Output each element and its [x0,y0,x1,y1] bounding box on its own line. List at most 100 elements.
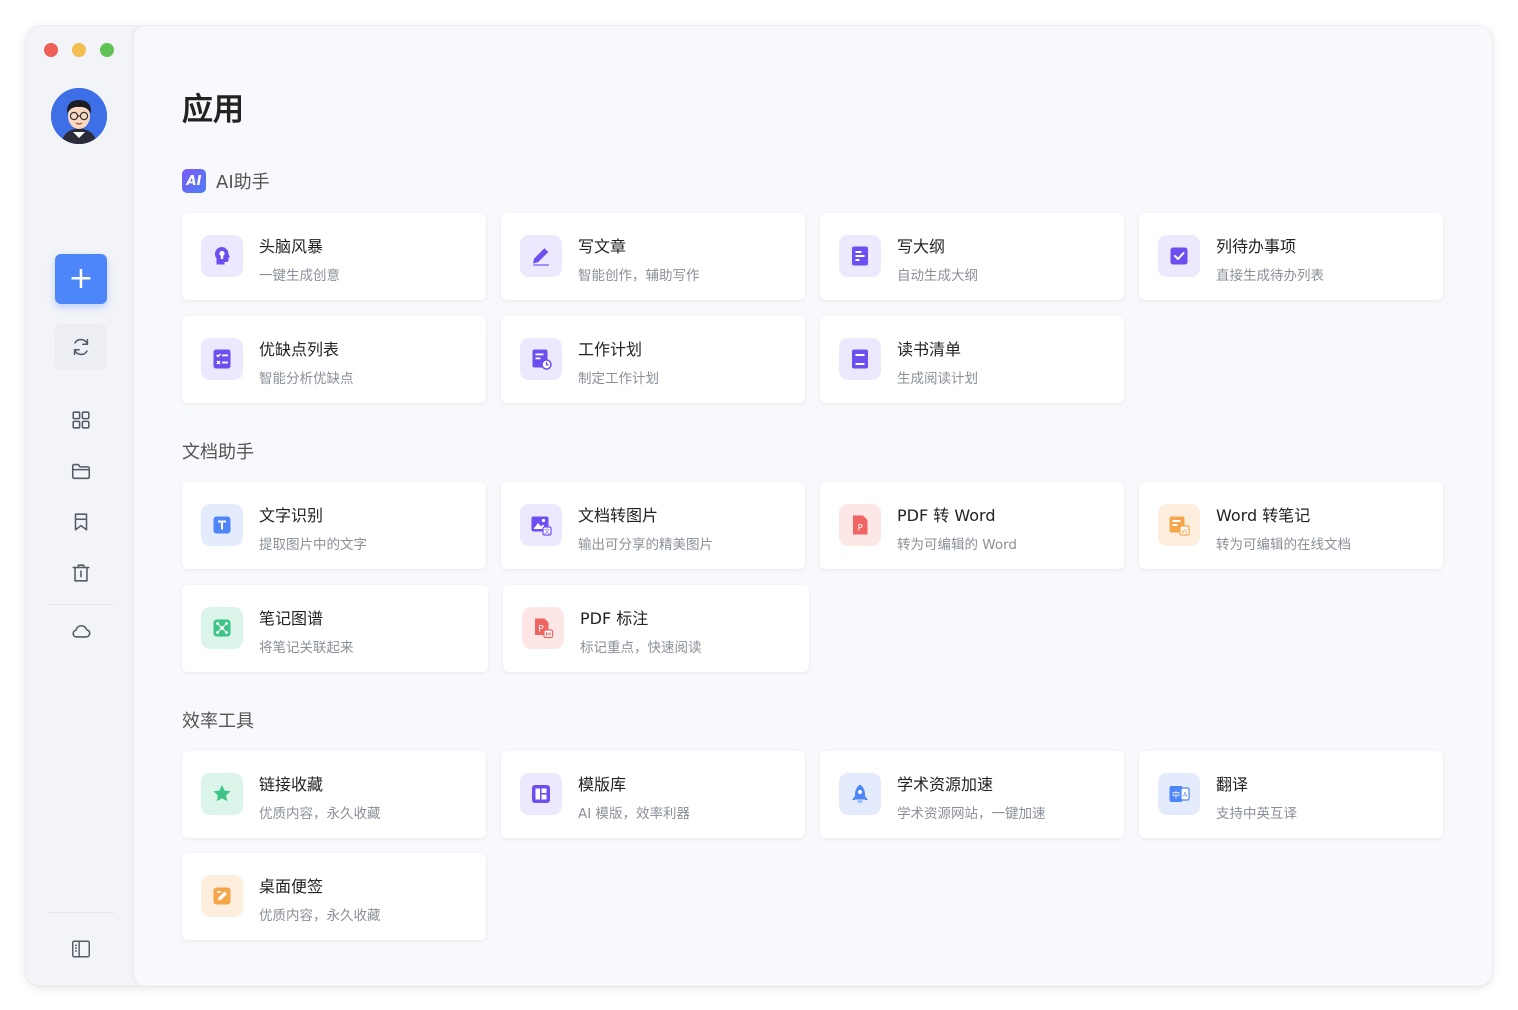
pdf-annotate-icon: P [522,607,564,649]
card-desc: 制定工作计划 [578,371,659,387]
trash-icon [72,564,90,582]
svg-text:文: 文 [544,528,550,536]
card-reading-list[interactable]: 读书清单 生成阅读计划 [820,316,1124,403]
card-title: 工作计划 [578,340,643,359]
cloud-icon [72,625,91,638]
star-icon [201,773,243,815]
card-desc: 优质内容，永久收藏 [259,806,381,822]
apps-button[interactable] [66,405,96,435]
sync-icon [73,338,89,356]
bookmark-icon [74,513,88,531]
card-brainstorm[interactable]: 头脑风暴 一键生成创意 [182,213,486,300]
card-desc: 学术资源网站，一键加速 [897,806,1046,822]
card-desc: 支持中英互译 [1216,806,1297,822]
card-title: 桌面便签 [259,877,324,896]
app-window: + 应用 AI AI助手 头脑风暴 一键生成创意 写文章 智能创作，辅助写作 写… [26,26,1492,986]
card-desc: AI 模版，效率利器 [578,806,691,822]
svg-text:中: 中 [1172,790,1180,800]
card-title: 链接收藏 [259,775,324,794]
card-word-to-note[interactable]: W Word 转笔记 转为可编辑的在线文档 [1139,482,1443,569]
cloud-button[interactable] [66,616,96,646]
new-button[interactable]: + [55,254,107,304]
minimize-window-button[interactable] [72,43,86,57]
user-avatar-icon [51,88,107,144]
word-note-icon: W [1158,504,1200,546]
card-desc: 标记重点，快速阅读 [580,640,702,656]
card-template-library[interactable]: 模版库 AI 模版，效率利器 [501,751,805,838]
card-pdf-to-word[interactable]: P PDF 转 Word 转为可编辑的 Word [820,482,1124,569]
card-desc: 自动生成大纲 [897,268,978,284]
brainstorm-icon [201,235,243,277]
card-translate[interactable]: 中A 翻译 支持中英互译 [1139,751,1443,838]
translate-icon: 中A [1158,773,1200,815]
card-title: 笔记图谱 [259,609,324,628]
card-link-favorites[interactable]: 链接收藏 优质内容，永久收藏 [182,751,486,838]
card-desktop-sticky[interactable]: 桌面便签 优质内容，永久收藏 [182,853,486,940]
card-title: 列待办事项 [1216,237,1297,256]
svg-text:P: P [538,625,544,635]
sidebar-toggle-icon [72,940,90,958]
section-tools-title: 效率工具 [182,711,254,732]
main-content: 应用 AI AI助手 头脑风暴 一键生成创意 写文章 智能创作，辅助写作 写大纲 [134,26,1492,986]
card-title: Word 转笔记 [1216,506,1311,525]
sticky-note-icon [201,875,243,917]
card-desc: 提取图片中的文字 [259,537,367,553]
ocr-icon [201,504,243,546]
card-note-graph[interactable]: 笔记图谱 将笔记关联起来 [182,585,488,672]
card-title: 翻译 [1216,775,1249,794]
card-text-recognition[interactable]: 文字识别 提取图片中的文字 [182,482,486,569]
sidebar: + [26,26,134,986]
card-title: 头脑风暴 [259,237,324,256]
toggle-sidebar-button[interactable] [66,934,96,964]
rocket-icon [839,773,881,815]
pdf-icon: P [839,504,881,546]
outline-doc-icon [839,235,881,277]
sync-button[interactable] [66,332,96,362]
bookmark-button[interactable] [66,507,96,537]
card-title: 文档转图片 [578,506,659,525]
card-write-article[interactable]: 写文章 智能创作，辅助写作 [501,213,805,300]
card-desc: 转为可编辑的在线文档 [1216,537,1351,553]
maximize-window-button[interactable] [100,43,114,57]
page-title: 应用 [182,92,244,128]
card-pros-cons[interactable]: 优缺点列表 智能分析优缺点 [182,316,486,403]
image-convert-icon: 文 [520,504,562,546]
plan-clock-icon [520,338,562,380]
section-ai-title: AI AI助手 [182,168,270,194]
section-title-text: AI助手 [216,172,270,193]
svg-text:W: W [1181,528,1188,536]
trash-button[interactable] [66,558,96,588]
card-write-outline[interactable]: 写大纲 自动生成大纲 [820,213,1124,300]
card-title: PDF 转 Word [897,506,996,525]
card-title: PDF 标注 [580,609,649,628]
pencil-icon [520,235,562,277]
graph-icon [201,607,243,649]
folder-button[interactable] [66,456,96,486]
card-desc: 输出可分享的精美图片 [578,537,713,553]
ai-icon: AI [182,169,206,193]
checklist-icon [201,338,243,380]
card-title: 模版库 [578,775,627,794]
card-work-plan[interactable]: 工作计划 制定工作计划 [501,316,805,403]
close-window-button[interactable] [44,43,58,57]
card-todo-list[interactable]: 列待办事项 直接生成待办列表 [1139,213,1443,300]
card-desc: 生成阅读计划 [897,371,978,387]
card-pdf-annotate[interactable]: P PDF 标注 标记重点，快速阅读 [503,585,809,672]
sidebar-divider [48,604,114,605]
card-desc: 将笔记关联起来 [259,640,354,656]
card-desc: 转为可编辑的 Word [897,537,1017,553]
card-desc: 智能分析优缺点 [259,371,354,387]
avatar[interactable] [51,88,107,144]
card-title: 写文章 [578,237,627,256]
section-docs-title: 文档助手 [182,442,254,463]
book-icon [839,338,881,380]
card-desc: 智能创作，辅助写作 [578,268,700,284]
card-desc: 一键生成创意 [259,268,340,284]
card-title: 读书清单 [897,340,962,359]
card-title: 文字识别 [259,506,324,525]
template-icon [520,773,562,815]
card-academic-accelerate[interactable]: 学术资源加速 学术资源网站，一键加速 [820,751,1124,838]
card-title: 写大纲 [897,237,946,256]
sidebar-divider [48,912,114,913]
card-doc-to-image[interactable]: 文 文档转图片 输出可分享的精美图片 [501,482,805,569]
